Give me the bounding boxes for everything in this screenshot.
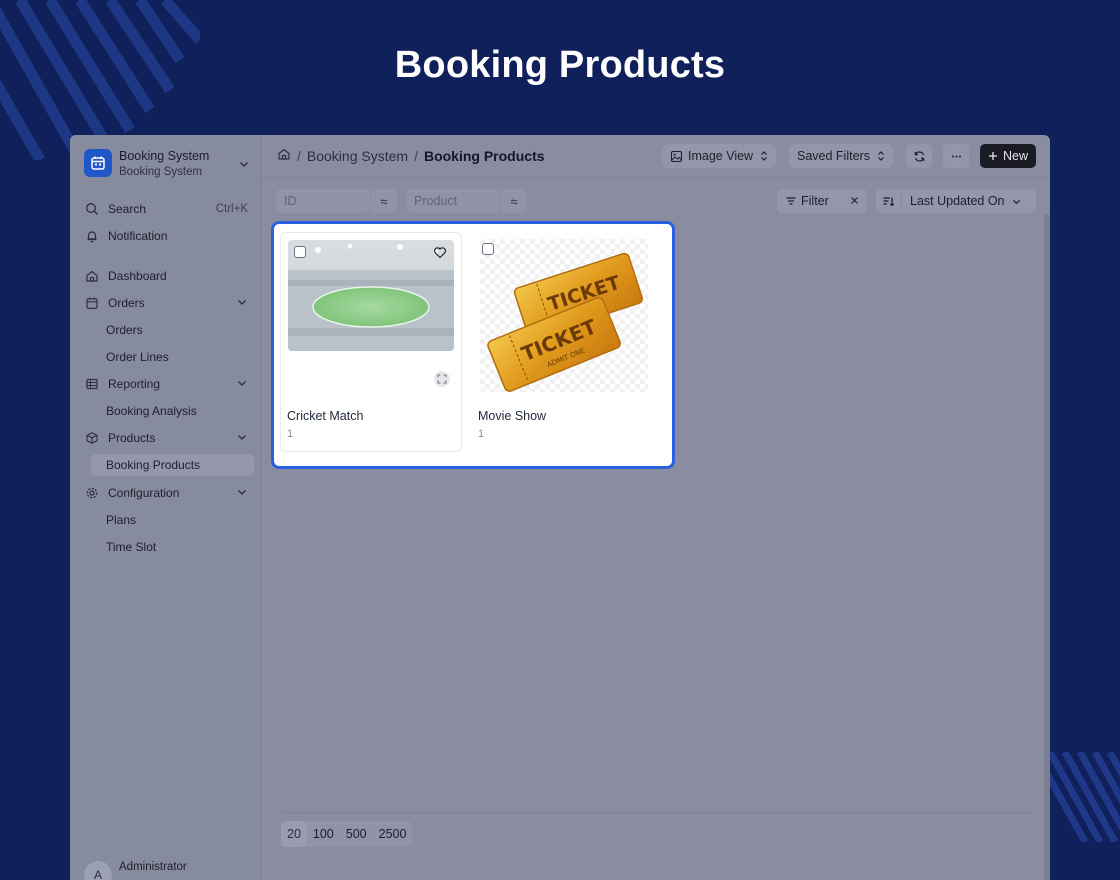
sidebar-subitem-orders[interactable]: Orders <box>106 319 143 341</box>
select-checkbox[interactable] <box>482 243 494 255</box>
sort-control[interactable]: Last Updated On <box>876 189 1036 213</box>
chevron-down-icon <box>1011 196 1022 207</box>
sidebar-search[interactable]: Search Ctrl+K <box>84 198 254 220</box>
view-switcher-button[interactable]: Image View <box>662 144 777 168</box>
brand-subtitle: Booking System <box>119 166 203 178</box>
breadcrumb: / Booking System / Booking Products <box>277 147 545 164</box>
sidebar-item-products[interactable]: Products <box>84 427 254 449</box>
select-checkbox[interactable] <box>294 246 306 258</box>
brand-title: Booking System <box>119 149 210 163</box>
page-size-option-2500[interactable]: 2500 <box>373 821 413 847</box>
product-filter-operator[interactable]: ≈ <box>501 189 527 213</box>
saved-filters-button[interactable]: Saved Filters <box>789 144 893 168</box>
chevron-down-icon <box>236 377 248 392</box>
bell-icon <box>84 228 100 244</box>
box-icon <box>84 430 100 446</box>
new-button[interactable]: New <box>980 144 1037 168</box>
sidebar: Booking System Booking System Search Ctr… <box>70 135 262 880</box>
new-label: New <box>1003 149 1029 163</box>
calendar-app-icon <box>84 149 112 177</box>
sidebar-item-label: Configuration <box>108 486 180 500</box>
notification-label: Notification <box>108 229 168 243</box>
card-count: 1 <box>478 428 485 440</box>
sidebar-item-label: Products <box>108 431 156 445</box>
saved-filters-label: Saved Filters <box>797 149 870 163</box>
topbar: / Booking System / Booking Products Imag… <box>263 135 1050 178</box>
breadcrumb-separator: / <box>414 147 418 164</box>
decorative-stripes-bottom-right <box>1040 752 1120 842</box>
breadcrumb-current: Booking Products <box>423 147 545 164</box>
chevron-down-icon <box>236 296 248 311</box>
id-filter-operator[interactable]: ≈ <box>371 189 397 213</box>
product-card-cricket-match[interactable]: Cricket Match 1 <box>280 232 462 452</box>
chevron-down-icon <box>236 486 248 501</box>
image-icon <box>670 150 683 163</box>
refresh-button[interactable] <box>906 144 932 168</box>
page-size-option-500[interactable]: 500 <box>340 821 373 847</box>
sidebar-item-label: Reporting <box>108 377 161 391</box>
sidebar-notification[interactable]: Notification <box>84 225 254 247</box>
breadcrumb-parent[interactable]: Booking System <box>307 148 408 164</box>
footer-divider <box>281 812 1033 813</box>
breadcrumb-separator: / <box>297 147 301 164</box>
page-size-option-100[interactable]: 100 <box>307 821 340 847</box>
expand-icon[interactable] <box>434 371 450 387</box>
page-size-option-20[interactable]: 20 <box>281 821 307 847</box>
sidebar-subitem-plans[interactable]: Plans <box>106 509 136 531</box>
table-icon <box>84 376 100 392</box>
home-icon[interactable] <box>277 147 291 164</box>
product-gallery: Cricket Match 1 TICKET TICKET ADMIT ONE … <box>271 221 675 469</box>
avatar: A <box>84 861 112 880</box>
ticket-image: TICKET TICKET ADMIT ONE <box>480 239 648 392</box>
page-size-selector: 20 100 500 2500 <box>281 821 413 847</box>
more-options-button[interactable] <box>943 144 969 168</box>
product-card-movie-show[interactable]: TICKET TICKET ADMIT ONE Movie Show 1 <box>471 232 653 452</box>
user-name: Administrator <box>119 861 187 873</box>
sidebar-subitem-booking-products[interactable]: Booking Products <box>91 454 254 476</box>
cricket-stadium-image <box>288 240 454 351</box>
plus-icon <box>988 151 998 161</box>
chevron-down-icon <box>238 157 250 175</box>
updown-chevron-icon <box>760 150 768 162</box>
sidebar-item-label: Dashboard <box>108 269 167 283</box>
card-title: Movie Show <box>478 409 547 423</box>
refresh-icon <box>913 150 926 163</box>
chevron-down-icon <box>236 431 248 446</box>
card-title: Cricket Match <box>287 409 364 423</box>
home-icon <box>84 268 100 284</box>
sidebar-item-label: Orders <box>108 296 145 310</box>
sidebar-item-configuration[interactable]: Configuration <box>84 482 254 504</box>
card-count: 1 <box>287 428 294 440</box>
view-label: Image View <box>688 149 754 163</box>
search-icon <box>84 201 100 217</box>
brand-switcher[interactable]: Booking System Booking System <box>84 149 250 181</box>
sidebar-item-reporting[interactable]: Reporting <box>84 373 254 395</box>
sidebar-subitem-order-lines[interactable]: Order Lines <box>106 346 169 368</box>
calendar-icon <box>84 295 100 311</box>
updown-chevron-icon <box>877 150 885 162</box>
heart-icon[interactable] <box>433 246 447 259</box>
sort-label: Last Updated On <box>910 194 1005 208</box>
filter-label: Filter <box>801 194 829 208</box>
id-filter-input[interactable]: ID <box>276 189 370 213</box>
more-dots-icon <box>950 150 963 163</box>
page-title: Booking Products <box>394 44 726 86</box>
sort-direction-icon[interactable] <box>876 189 902 213</box>
search-shortcut: Ctrl+K <box>215 203 248 215</box>
filter-bar: ID ≈ Product ≈ Filter Last Updated On <box>263 189 1050 215</box>
sidebar-subitem-booking-analysis[interactable]: Booking Analysis <box>106 400 197 422</box>
scrollbar[interactable] <box>1044 215 1050 880</box>
close-icon[interactable] <box>849 195 860 206</box>
search-label: Search <box>108 202 147 216</box>
gear-icon <box>84 485 100 501</box>
sidebar-item-dashboard[interactable]: Dashboard <box>84 265 254 287</box>
product-filter-input[interactable]: Product <box>406 189 500 213</box>
filter-lines-icon <box>785 195 797 207</box>
sidebar-subitem-time-slot[interactable]: Time Slot <box>106 536 156 558</box>
sidebar-item-orders[interactable]: Orders <box>84 292 254 314</box>
filter-button[interactable]: Filter <box>777 189 867 213</box>
